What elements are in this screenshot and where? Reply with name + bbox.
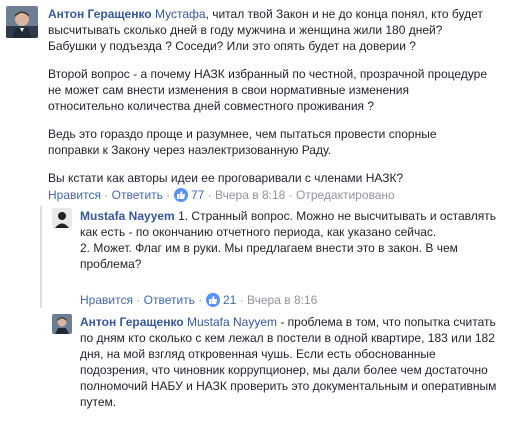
reply-button[interactable]: Ответить: [112, 188, 163, 202]
comment-paragraph: Ведь это гораздо проще и разумнее, чем п…: [48, 127, 437, 157]
comment-text: Антон Геращенко Mustafa Nayyem - проблем…: [80, 315, 497, 409]
comment-author[interactable]: Антон Геращенко: [80, 315, 184, 329]
avatar[interactable]: [6, 6, 38, 38]
edited-label[interactable]: Отредактировано: [296, 188, 395, 202]
avatar-image: [52, 314, 72, 334]
comment-thread: Антон Геращенко Мустафа, читал твой Зако…: [0, 0, 510, 424]
like-button[interactable]: Нравится: [48, 188, 101, 202]
like-count[interactable]: 21: [223, 293, 236, 307]
like-button[interactable]: Нравится: [80, 293, 133, 307]
avatar[interactable]: [52, 208, 72, 228]
avatar[interactable]: [52, 314, 72, 334]
comment-actions: Нравится · Ответить · 21 · Вчера в 8:16: [80, 293, 318, 307]
comment-timestamp[interactable]: Вчера в 8:16: [247, 293, 317, 307]
comment: Антон Геращенко Мустафа, читал твой Зако…: [6, 6, 506, 202]
thumbs-up-icon: [205, 293, 220, 307]
avatar-image: [6, 6, 38, 38]
comment-timestamp[interactable]: Вчера в 8:18: [215, 188, 285, 202]
reply-button[interactable]: Ответить: [144, 293, 195, 307]
thumbs-up-icon: [173, 188, 188, 202]
comment-text: Mustafa Nayyem 1. Странный вопрос. Можно…: [80, 209, 496, 239]
comment-author[interactable]: Mustafa Nayyem: [80, 209, 175, 223]
reply-comment: Антон Геращенко Mustafa Nayyem - проблем…: [52, 314, 506, 420]
comment-author[interactable]: Антон Геращенко: [48, 7, 152, 21]
comment-actions: Нравится · Ответить · 77 · Вчера в 8:18 …: [48, 188, 395, 202]
reply-thread-line: [40, 206, 42, 308]
like-count[interactable]: 77: [191, 188, 204, 202]
mention-link[interactable]: Мустафа: [155, 7, 206, 21]
comment-paragraph: Второй вопрос - а почему НАЗК избранный …: [48, 67, 488, 113]
comment-paragraph: Вы кстати как авторы идеи ее проговарива…: [48, 171, 404, 185]
comment-paragraph: 2. Может. Флаг им в руки. Мы предлагаем …: [80, 241, 458, 271]
comment-text: Антон Геращенко Мустафа, читал твой Зако…: [48, 7, 483, 53]
avatar-image: [52, 208, 72, 228]
reply-comment: Mustafa Nayyem 1. Странный вопрос. Можно…: [52, 208, 506, 308]
mention-link[interactable]: Mustafa Nayyem: [187, 315, 277, 329]
